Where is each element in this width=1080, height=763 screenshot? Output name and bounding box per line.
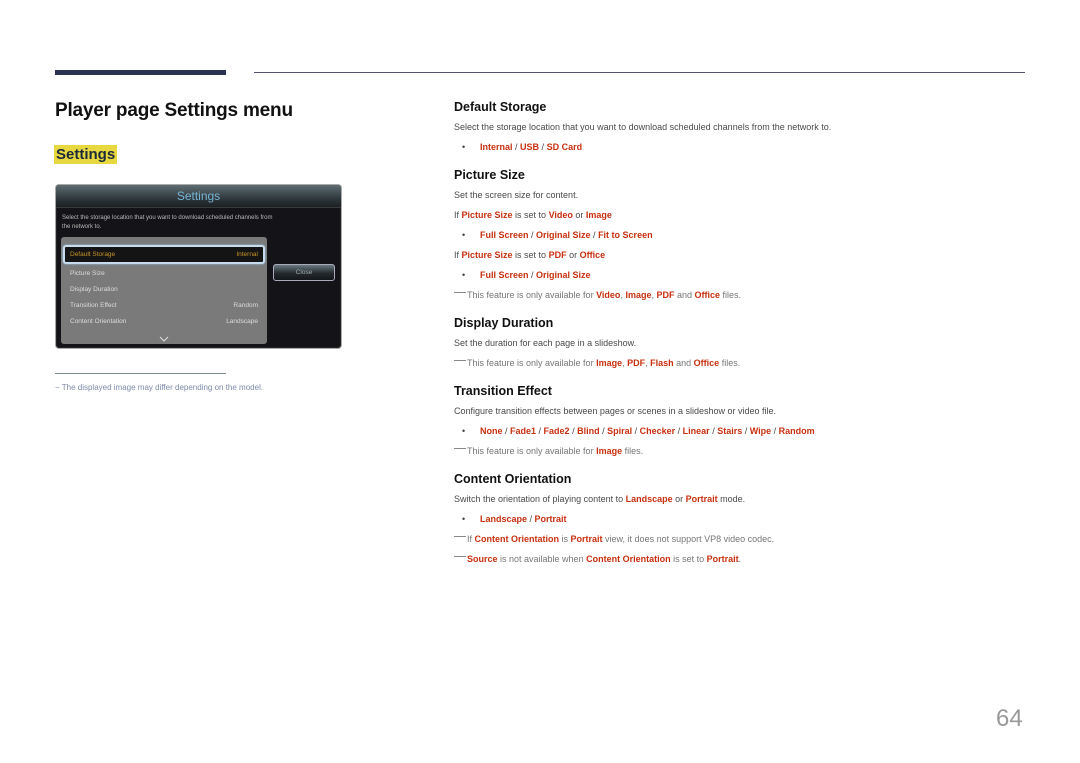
note-dash-icon bbox=[454, 360, 466, 361]
section-transition-effect: Transition Effect Configure transition e… bbox=[454, 384, 1034, 457]
bullet-icon: • bbox=[462, 270, 466, 280]
section-desc: Select the storage location that you wan… bbox=[454, 122, 832, 132]
osd-row-default-storage[interactable]: Default Storage Internal bbox=[63, 245, 265, 264]
header-rule bbox=[254, 72, 1025, 73]
page-number: 64 bbox=[996, 705, 1023, 732]
osd-description: Select the storage location that you wan… bbox=[62, 215, 273, 230]
note-dash-icon bbox=[454, 292, 466, 293]
option: USB bbox=[520, 142, 540, 152]
section-desc: Switch the orientation of playing conten… bbox=[454, 494, 746, 504]
osd-row-transition-effect[interactable]: Transition Effect Random bbox=[68, 297, 260, 313]
osd-row-value: Random bbox=[233, 301, 258, 309]
section-heading: Default Storage bbox=[454, 100, 547, 114]
section-heading: Picture Size bbox=[454, 168, 525, 182]
osd-row-display-duration[interactable]: Display Duration bbox=[68, 281, 260, 297]
section-picture-size: Picture Size Set the screen size for con… bbox=[454, 168, 1034, 301]
section-desc: Configure transition effects between pag… bbox=[454, 406, 777, 416]
note: This feature is only available for Image… bbox=[454, 357, 1034, 369]
note-dash-icon bbox=[454, 448, 466, 449]
options-list: • Full Screen / Original Size / Fit to Sc… bbox=[462, 230, 653, 240]
section-desc: Set the duration for each page in a slid… bbox=[454, 338, 637, 348]
footnote: − The displayed image may differ dependi… bbox=[55, 383, 263, 392]
note: This feature is only available for Video… bbox=[454, 289, 1034, 301]
bullet-icon: • bbox=[462, 426, 466, 436]
footnote-marker: − bbox=[55, 383, 60, 392]
section-label-settings: Settings bbox=[54, 145, 118, 164]
settings-osd-window: Settings Select the storage location tha… bbox=[55, 184, 342, 349]
section-heading: Display Duration bbox=[454, 316, 554, 330]
section-display-duration: Display Duration Set the duration for ea… bbox=[454, 316, 1034, 369]
note-dash-icon bbox=[454, 556, 466, 557]
page-title: Player page Settings menu bbox=[55, 100, 293, 121]
section-default-storage: Default Storage Select the storage locat… bbox=[454, 100, 1034, 153]
chevron-down-icon[interactable] bbox=[159, 334, 169, 344]
osd-row-label: Default Storage bbox=[70, 251, 116, 258]
note: This feature is only available for Image… bbox=[454, 445, 1034, 457]
note: Source is not available when Content Ori… bbox=[454, 553, 1034, 565]
bullet-icon: • bbox=[462, 142, 466, 152]
note-dash-icon bbox=[454, 536, 466, 537]
section-heading: Transition Effect bbox=[454, 384, 552, 398]
osd-row-content-orientation[interactable]: Content Orientation Landscape bbox=[68, 313, 260, 329]
bullet-icon: • bbox=[462, 230, 466, 240]
section-desc: Set the screen size for content. bbox=[454, 190, 579, 200]
section-content-orientation: Content Orientation Switch the orientati… bbox=[454, 472, 1034, 565]
osd-row-label: Content Orientation bbox=[70, 317, 127, 325]
bullet-icon: • bbox=[462, 514, 466, 524]
section-heading: Content Orientation bbox=[454, 472, 572, 486]
osd-row-label: Picture Size bbox=[70, 269, 105, 277]
osd-row-picture-size[interactable]: Picture Size bbox=[68, 265, 260, 281]
options-list: • Full Screen / Original Size bbox=[462, 270, 591, 280]
header-accent-bar bbox=[55, 70, 226, 75]
option: SD Card bbox=[546, 142, 583, 152]
osd-row-label: Transition Effect bbox=[70, 301, 117, 309]
content-column: Default Storage Select the storage locat… bbox=[454, 100, 1034, 580]
footnote-text: The displayed image may differ depending… bbox=[61, 383, 264, 392]
options-list: • Landscape / Portrait bbox=[462, 514, 567, 524]
options-list: • None / Fade1 / Fade2 / Blind / Spiral /… bbox=[462, 426, 815, 436]
option: Internal bbox=[480, 142, 513, 152]
osd-menu-list: Default Storage Internal Picture Size Di… bbox=[61, 237, 267, 344]
condition-text: If Picture Size is set to PDF or Office bbox=[454, 250, 606, 260]
osd-row-value: Landscape bbox=[226, 317, 258, 325]
condition-text: If Picture Size is set to Video or Image bbox=[454, 210, 612, 220]
options-list: • Internal / USB / SD Card bbox=[462, 142, 583, 152]
osd-row-value: Internal bbox=[236, 251, 258, 258]
osd-close-button[interactable]: Close bbox=[273, 264, 335, 281]
footnote-rule bbox=[55, 373, 226, 374]
osd-title: Settings bbox=[56, 185, 341, 208]
osd-row-label: Display Duration bbox=[70, 285, 118, 293]
note: If Content Orientation is Portrait view,… bbox=[454, 533, 1034, 545]
